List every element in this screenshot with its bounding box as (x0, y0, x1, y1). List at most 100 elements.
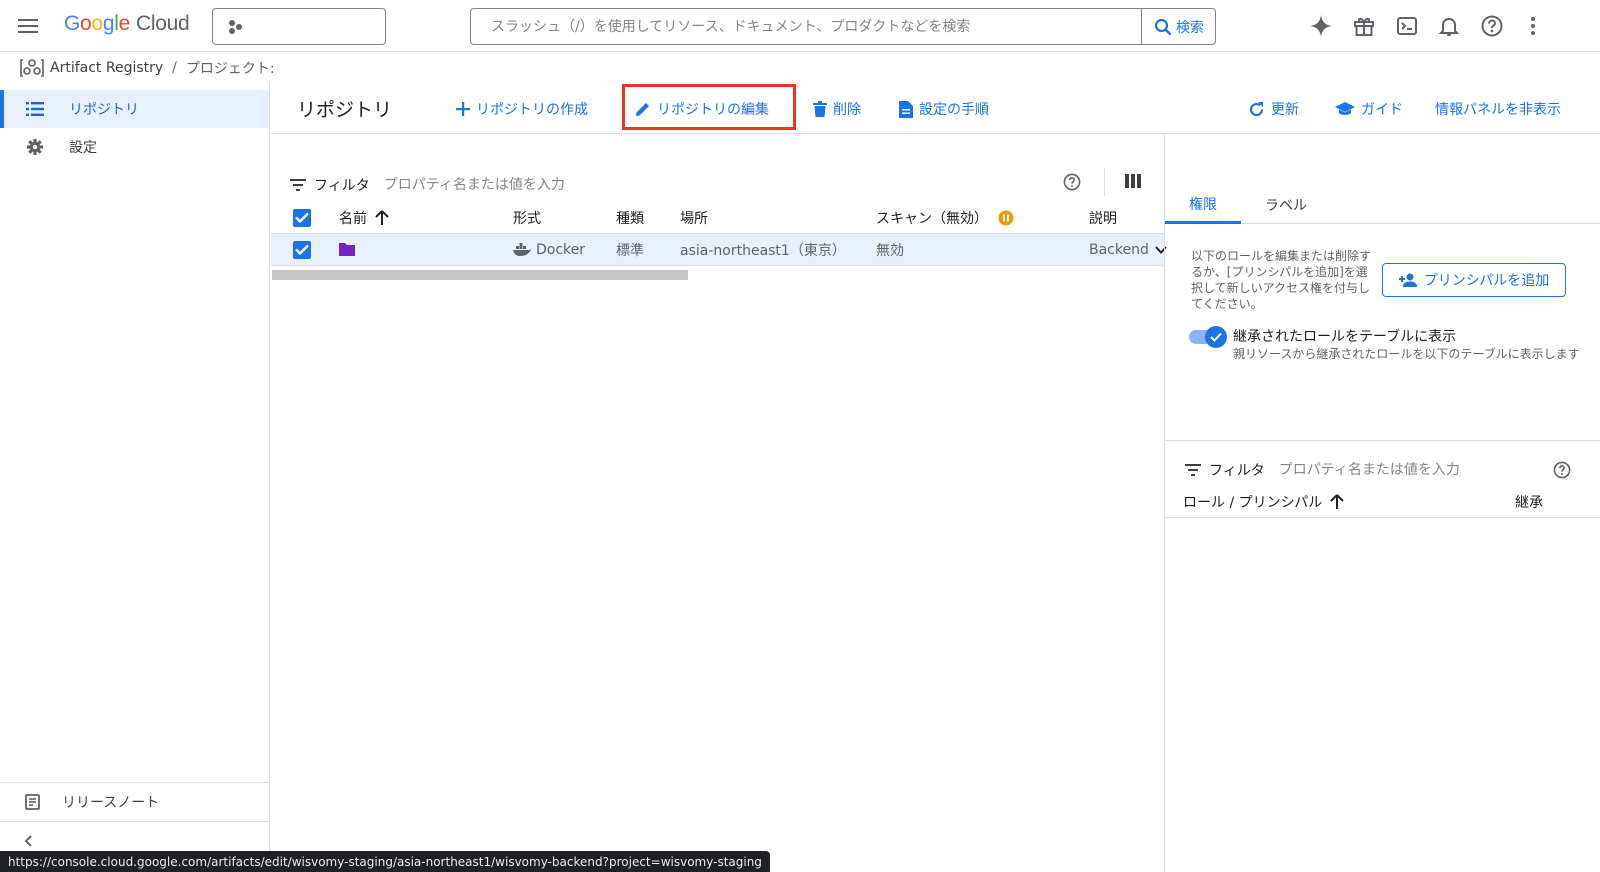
column-header-scan-label: スキャン（無効） (876, 210, 988, 227)
column-header-role-principal-label: ロール / プリンシパル (1183, 494, 1323, 511)
search-bar: 検索 (470, 8, 1216, 45)
filter-label: フィルタ (314, 178, 370, 194)
list-icon (26, 101, 44, 117)
table-header: 名前 形式 種類 場所 スキャン（無効） 説明 (271, 202, 1164, 234)
school-cap-icon (1335, 101, 1355, 117)
filter-icon (290, 179, 306, 191)
refresh-icon (1248, 101, 1265, 118)
guide-button[interactable]: ガイド (1335, 96, 1403, 122)
breadcrumb-service-link[interactable]: Artifact Registry (50, 60, 163, 76)
refresh-label: 更新 (1271, 102, 1299, 118)
sidebar-item-repositories[interactable]: リポジトリ (0, 90, 269, 128)
column-header-inherited[interactable]: 継承 (1515, 486, 1543, 517)
column-header-role-principal[interactable]: ロール / プリンシパル (1183, 486, 1344, 517)
artifact-registry-icon (20, 57, 44, 79)
repository-name-cell[interactable] (339, 234, 363, 265)
menu-icon[interactable] (18, 16, 40, 36)
more-vert-icon[interactable] (1521, 14, 1545, 38)
filter-input[interactable] (383, 177, 944, 193)
table-row[interactable]: Docker 標準 asia-northeast1（東京） 無効 Backend (271, 234, 1167, 266)
info-panel: 権限 ラベル 以下のロールを編集または削除するか、[プリンシパルを追加]を選択し… (1164, 134, 1600, 872)
sidebar-item-label: リポジトリ (69, 102, 139, 118)
panel-divider (1165, 440, 1600, 441)
filter-help-icon[interactable] (1063, 173, 1081, 191)
help-icon[interactable] (1480, 14, 1504, 38)
cloud-shell-terminal-icon[interactable] (1395, 14, 1419, 38)
edit-pencil-icon (635, 101, 651, 117)
search-icon (1154, 18, 1172, 36)
add-principal-button[interactable]: プリンシパルを追加 (1382, 263, 1566, 297)
delete-label: 削除 (833, 102, 861, 118)
sidebar-item-label: 設定 (69, 140, 97, 156)
project-dots-icon (227, 19, 243, 35)
repository-filter: フィルタ (290, 168, 1150, 202)
row-checkbox[interactable] (293, 234, 311, 265)
add-icon (456, 102, 470, 116)
repository-mode-cell: 標準 (616, 242, 644, 259)
create-repository-button[interactable]: リポジトリの作成 (456, 96, 588, 122)
google-cloud-logo[interactable]: Google Cloud (64, 12, 190, 36)
roles-table-header: ロール / プリンシパル 継承 (1165, 486, 1600, 518)
horizontal-scrollbar[interactable] (272, 270, 688, 280)
roles-filter-input[interactable] (1278, 462, 1539, 478)
column-header-description[interactable]: 説明 (1089, 202, 1117, 233)
toolbar: リポジトリ リポジトリの作成 リポジトリの編集 削除 設定の手順 更新 ガイド (271, 82, 1600, 134)
edit-repository-label: リポジトリの編集 (657, 102, 769, 118)
column-header-scan[interactable]: スキャン（無効） (876, 202, 1014, 233)
filter-divider (1104, 168, 1105, 196)
breadcrumb-project-label: プロジェクト: (185, 61, 275, 77)
sort-ascending-icon (1330, 493, 1344, 510)
column-header-location[interactable]: 場所 (680, 202, 708, 233)
delete-button[interactable]: 削除 (813, 96, 861, 122)
page-title: リポジトリ (297, 99, 393, 121)
repository-description-cell: Backend (1089, 234, 1167, 265)
gear-icon (26, 138, 44, 156)
breadcrumb: Artifact Registry / プロジェクト: (20, 56, 275, 80)
tab-permissions[interactable]: 権限 (1165, 186, 1241, 224)
search-button[interactable]: 検索 (1141, 9, 1216, 44)
collapse-sidebar-icon[interactable] (22, 834, 36, 848)
filter-icon (1185, 464, 1201, 476)
gift-icon[interactable] (1352, 14, 1376, 38)
guide-label: ガイド (1361, 102, 1403, 118)
sort-ascending-icon (375, 209, 389, 226)
search-button-label: 検索 (1176, 19, 1204, 36)
edit-repository-button[interactable]: リポジトリの編集 (635, 96, 769, 122)
roles-filter: フィルタ (1185, 454, 1595, 486)
repository-description-value: Backend (1089, 241, 1149, 258)
notifications-bell-icon[interactable] (1437, 14, 1461, 38)
select-all-checkbox[interactable] (293, 202, 311, 233)
repositories-table: 名前 形式 種類 場所 スキャン（無効） 説明 Docker 標準 asia-n… (271, 202, 1167, 266)
hide-info-panel-button[interactable]: 情報パネルを非表示 (1435, 96, 1561, 122)
setup-instructions-label: 設定の手順 (919, 102, 989, 118)
sidebar-item-settings[interactable]: 設定 (0, 128, 269, 166)
status-bar-url: https://console.cloud.google.com/artifac… (0, 851, 770, 872)
column-display-icon[interactable] (1125, 174, 1141, 188)
search-input[interactable] (471, 9, 1137, 44)
toggle-label: 継承されたロールをテーブルに表示 (1233, 329, 1457, 345)
repository-format-cell: Docker (513, 234, 585, 265)
trash-icon (813, 101, 827, 117)
release-notes-link[interactable]: リリースノート (0, 782, 269, 822)
column-header-name[interactable]: 名前 (339, 202, 389, 233)
repository-format-value: Docker (536, 241, 586, 258)
release-notes-icon (24, 793, 42, 811)
refresh-button[interactable]: 更新 (1248, 96, 1299, 122)
repository-scan-cell: 無効 (876, 242, 904, 259)
column-header-format[interactable]: 形式 (513, 202, 541, 233)
docker-whale-icon (513, 242, 531, 257)
tab-labels[interactable]: ラベル (1241, 186, 1331, 224)
roles-filter-help-icon[interactable] (1553, 461, 1571, 479)
release-notes-label: リリースノート (62, 795, 160, 811)
sidebar: リポジトリ 設定 リリースノート (0, 82, 270, 872)
repository-location-cell: asia-northeast1（東京） (680, 242, 846, 259)
create-repository-label: リポジトリの作成 (476, 102, 588, 118)
project-picker[interactable] (212, 8, 386, 45)
setup-instructions-button[interactable]: 設定の手順 (899, 96, 989, 122)
show-inherited-roles-toggle[interactable] (1189, 326, 1227, 348)
column-header-name-label: 名前 (339, 210, 367, 227)
folder-icon (339, 243, 355, 256)
column-header-mode[interactable]: 種類 (616, 202, 644, 233)
gemini-sparkle-icon[interactable] (1309, 14, 1333, 38)
person-add-icon (1398, 273, 1417, 287)
